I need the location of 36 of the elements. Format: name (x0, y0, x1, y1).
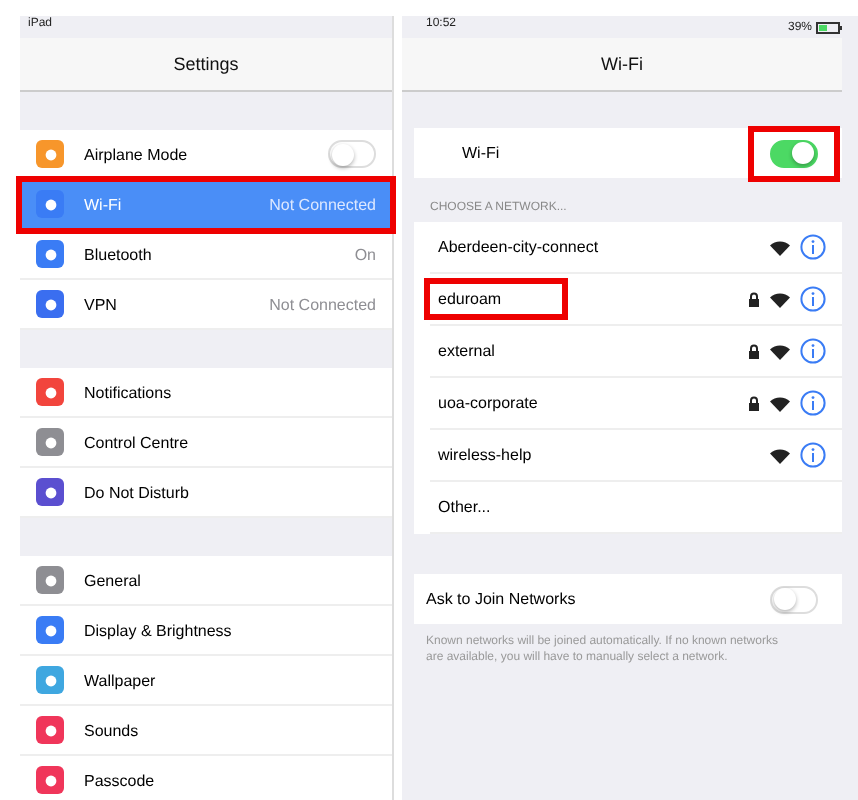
wifi-signal-icon (770, 447, 790, 463)
wifi-signal-icon (770, 343, 790, 359)
settings-item[interactable]: Do Not Disturb (20, 468, 392, 518)
info-icon[interactable] (800, 442, 826, 468)
sidebar-title: Settings (173, 54, 239, 74)
network-name[interactable]: eduroam (430, 284, 562, 314)
setting-value: Not Connected (269, 195, 376, 213)
toggle-switch[interactable] (328, 140, 376, 168)
network-name[interactable]: external (430, 336, 555, 366)
wifi-signal-icon (770, 395, 790, 411)
settings-item[interactable]: Passcode (20, 756, 392, 800)
info-icon[interactable] (800, 390, 826, 416)
settings-item[interactable]: Notifications (20, 368, 392, 418)
page-title: Wi-Fi (601, 54, 643, 74)
settings-item[interactable]: Control Centre (20, 418, 392, 468)
other-network[interactable]: Other... (430, 492, 551, 522)
settings-item[interactable]: General (20, 556, 392, 606)
setting-value: Not Connected (269, 295, 376, 313)
wifi-signal-icon (770, 239, 790, 255)
network-name[interactable]: Aberdeen-city-connect (430, 232, 659, 262)
settings-item[interactable]: Sounds (20, 706, 392, 756)
ask-to-join-label: Ask to Join Networks (426, 590, 576, 608)
network-name[interactable]: uoa-corporate (430, 388, 598, 418)
wifi-signal-icon (770, 291, 790, 307)
info-icon[interactable] (800, 234, 826, 260)
settings-item[interactable]: Wallpaper (20, 656, 392, 706)
settings-item[interactable]: Display & Brightness (20, 606, 392, 656)
wifi-label: Wi-Fi (462, 144, 500, 162)
settings-item[interactable]: VPN Not Connected (20, 280, 392, 330)
setting-value: On (354, 245, 376, 263)
battery-icon (816, 22, 842, 34)
info-icon[interactable] (800, 338, 826, 364)
network-name[interactable]: wireless-help (430, 440, 592, 470)
toggle-switch[interactable] (770, 585, 818, 613)
info-icon[interactable] (800, 286, 826, 312)
settings-item[interactable]: Bluetooth On (20, 230, 392, 280)
